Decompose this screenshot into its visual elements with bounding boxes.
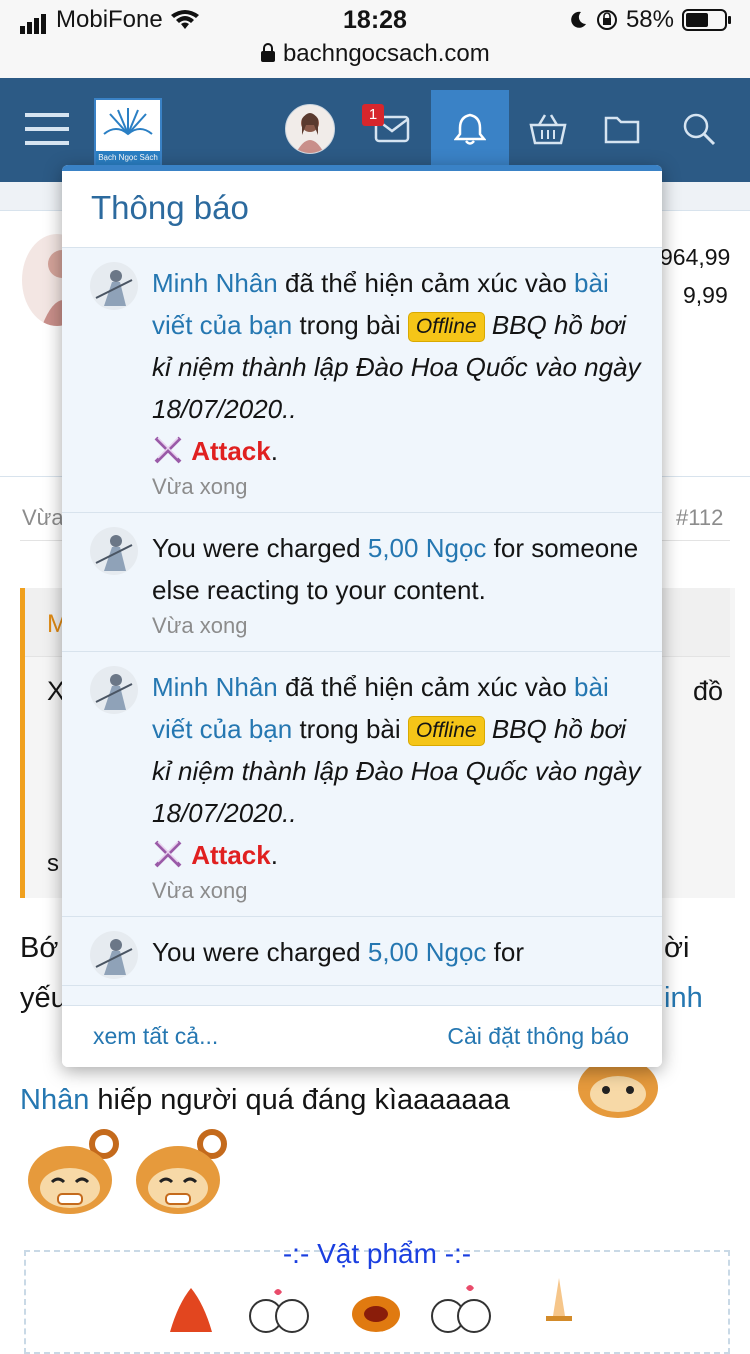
search-button[interactable] xyxy=(660,90,738,168)
url-text: bachngocsach.com xyxy=(282,40,490,67)
post-line1-start: Bớ xyxy=(20,932,59,964)
moon-icon xyxy=(571,11,586,28)
crossed-swords-icon xyxy=(154,436,182,464)
post-line3: Nhân hiếp người quá đáng kìaaaaaaa xyxy=(20,1084,510,1117)
basket-icon xyxy=(529,114,567,145)
notification-text: Minh Nhân đã thể hiện cảm xúc vào bài vi… xyxy=(152,268,641,466)
items-header: -:- Vật phẩm -:- xyxy=(282,1238,472,1269)
sword-item-icon xyxy=(546,1278,572,1321)
notification-text: You were charged 5,00 Ngọc for someone e… xyxy=(152,527,642,611)
notification-item[interactable]: Minh Nhân đã thể hiện cảm xúc vào bài vi… xyxy=(62,652,662,917)
hamburger-icon xyxy=(25,113,69,145)
offline-tag: Offline xyxy=(407,716,485,747)
orientation-lock-icon xyxy=(596,10,617,30)
post-number[interactable]: #112 xyxy=(676,505,723,531)
search-icon xyxy=(683,113,716,146)
post-time[interactable]: Vừa xyxy=(22,505,64,531)
notification-action: đã thể hiện cảm xúc vào xyxy=(284,268,567,298)
notification-text: Minh Nhân đã thể hiện cảm xúc vào bài vi… xyxy=(152,672,641,870)
battery-icon xyxy=(682,9,731,31)
reaction-label: Attack xyxy=(191,436,271,466)
bell-icon xyxy=(454,113,486,145)
bunny-item-icon xyxy=(249,1289,309,1333)
user-avatar[interactable] xyxy=(285,104,335,154)
charge-amount[interactable]: 5,00 Ngọc xyxy=(368,533,487,563)
ring-item-icon xyxy=(352,1296,400,1332)
url-bar[interactable]: bachngocsach.com xyxy=(0,40,750,68)
notifications-popup: Thông báo Minh Nhân đã thể hiện cảm xúc … xyxy=(62,165,662,1067)
notification-mid: trong bài xyxy=(299,714,401,744)
reaction-label: Attack xyxy=(191,840,271,870)
swordsman-avatar-icon xyxy=(95,270,133,306)
notification-avatar[interactable] xyxy=(90,527,138,575)
crossed-swords-icon xyxy=(154,840,182,868)
mention-link-part[interactable]: inh xyxy=(664,982,703,1015)
notification-avatar[interactable] xyxy=(90,931,138,979)
inbox-badge: 1 xyxy=(362,104,384,126)
swordsman-avatar-icon xyxy=(95,939,133,975)
post-line2-start: yếu xyxy=(20,982,67,1014)
popup-title: Thông báo xyxy=(91,189,249,226)
notification-time: Vừa xong xyxy=(152,878,248,903)
poster-stat-2: 9,99 xyxy=(683,282,728,308)
logo-text: Bạch Ngọc Sách xyxy=(96,151,160,165)
folder-button[interactable] xyxy=(583,90,661,168)
user-link[interactable]: Minh Nhân xyxy=(152,268,278,298)
notification-time: Vừa xong xyxy=(152,613,248,638)
status-right: 58% xyxy=(568,6,732,34)
shop-button[interactable] xyxy=(509,90,587,168)
charge-text-post: for xyxy=(493,937,524,967)
notification-text: You were charged 5,00 Ngọc for xyxy=(152,931,642,973)
notification-item[interactable]: Minh Nhân đã thể hiện cảm xúc vào bài vi… xyxy=(62,248,662,513)
popup-accent-bar xyxy=(62,165,662,171)
book-logo-icon xyxy=(103,108,153,136)
notification-avatar[interactable] xyxy=(90,262,138,310)
notification-list[interactable]: Minh Nhân đã thể hiện cảm xúc vào bài vi… xyxy=(62,247,662,1005)
notification-avatar[interactable] xyxy=(90,666,138,714)
monkey-emoji-icon xyxy=(28,1129,119,1214)
bunny-item-icon xyxy=(431,1285,491,1333)
charge-text-pre: You were charged xyxy=(152,937,361,967)
notification-mid: trong bài xyxy=(299,310,401,340)
swordsman-avatar-icon xyxy=(95,674,133,710)
charge-amount[interactable]: 5,00 Ngọc xyxy=(368,937,487,967)
site-logo[interactable]: Bạch Ngọc Sách xyxy=(94,98,162,166)
quote-text-line3: s xyxy=(47,850,59,877)
mention-link[interactable]: Nhân xyxy=(20,1084,89,1116)
offline-tag: Offline xyxy=(407,312,485,343)
status-bar: MobiFone 18:28 58% bachngocsach.com xyxy=(0,0,750,78)
lock-icon xyxy=(261,43,276,62)
notification-item[interactable]: You were charged 5,00 Ngọc for someone e… xyxy=(62,513,662,652)
battery-percent: 58% xyxy=(625,6,674,33)
menu-button[interactable] xyxy=(8,90,86,168)
quote-text-end: đồ xyxy=(693,676,724,706)
inbox-button[interactable] xyxy=(353,90,431,168)
folder-icon xyxy=(604,116,640,144)
avatar-figure-icon xyxy=(296,113,324,153)
notification-item[interactable]: You were charged 5,00 Ngọc for xyxy=(62,917,662,986)
fire-item-icon xyxy=(170,1288,212,1332)
charge-text-pre: You were charged xyxy=(152,533,361,563)
notification-time: Vừa xong xyxy=(152,474,248,499)
popup-footer: xem tất cả... Cài đặt thông báo xyxy=(62,1005,662,1067)
post-line3-text: hiếp người quá đáng kìaaaaaaa xyxy=(97,1084,510,1116)
post-line1-end: ời xyxy=(664,932,690,964)
user-link[interactable]: Minh Nhân xyxy=(152,672,278,702)
poster-stat-1: 964,99 xyxy=(660,244,731,270)
monkey-emoji-icon xyxy=(136,1129,227,1214)
view-all-link[interactable]: xem tất cả... xyxy=(93,1023,218,1050)
notification-settings-link[interactable]: Cài đặt thông báo xyxy=(447,1023,629,1050)
notification-action: đã thể hiện cảm xúc vào xyxy=(284,672,567,702)
popup-caret xyxy=(452,151,480,165)
swordsman-avatar-icon xyxy=(95,535,133,571)
